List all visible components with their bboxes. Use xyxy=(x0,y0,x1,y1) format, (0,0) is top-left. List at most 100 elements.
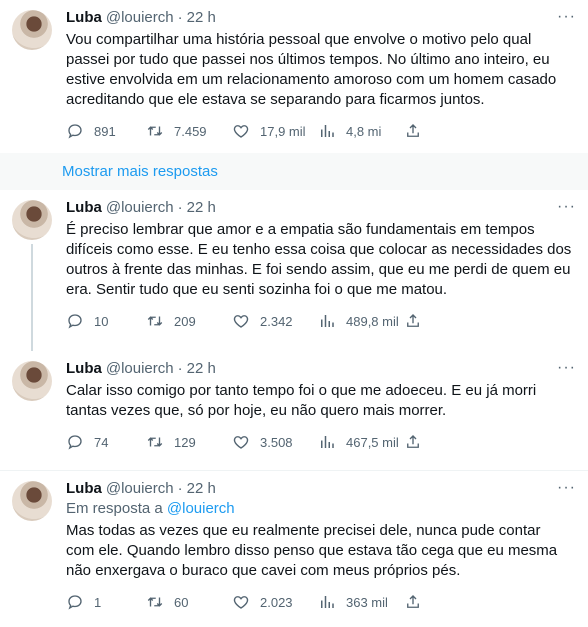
timestamp[interactable]: 22 h xyxy=(187,479,216,499)
separator-dot: · xyxy=(177,360,183,377)
reply-button[interactable]: 1 xyxy=(66,593,146,611)
like-button[interactable]: 17,9 mil xyxy=(232,122,318,140)
heart-icon xyxy=(233,596,249,609)
views-button[interactable]: 363 mil xyxy=(318,593,404,611)
like-count: 17,9 mil xyxy=(260,123,306,139)
retweet-button[interactable]: 209 xyxy=(146,312,232,330)
tweet-text: Calar isso comigo por tanto tempo foi o … xyxy=(66,382,537,419)
more-icon[interactable]: ··· xyxy=(557,479,576,497)
timestamp[interactable]: 22 h xyxy=(187,359,216,379)
reply-button[interactable]: 10 xyxy=(66,312,146,330)
retweet-button[interactable]: 129 xyxy=(146,433,232,451)
reply-to-line: Em resposta a @louierch xyxy=(66,499,576,519)
share-button[interactable] xyxy=(404,122,432,140)
tweet-text: Mas todas as vezes que eu realmente prec… xyxy=(66,522,558,579)
reply-to-handle-link[interactable]: @louierch xyxy=(167,500,235,517)
tweet-header: Luba @louierch · 22 h xyxy=(66,479,576,499)
views-button[interactable]: 489,8 mil xyxy=(318,312,404,330)
heart-icon xyxy=(233,436,249,449)
tweet[interactable]: Luba @louierch · 22 h Calar isso comigo … xyxy=(0,351,588,470)
views-icon xyxy=(321,596,334,608)
author-handle[interactable]: @louierch xyxy=(106,479,174,499)
view-count: 4,8 mi xyxy=(346,123,382,139)
views-button[interactable]: 4,8 mi xyxy=(318,122,404,140)
avatar-column xyxy=(8,359,56,470)
reply-count: 1 xyxy=(94,594,102,610)
author-handle[interactable]: @louierch xyxy=(106,198,174,218)
tweet-header: Luba @louierch · 22 h xyxy=(66,8,576,28)
tweet-content: Luba @louierch · 22 h É preciso lembrar … xyxy=(66,198,576,351)
share-icon xyxy=(407,124,419,137)
avatar-column xyxy=(8,198,56,351)
like-count: 3.508 xyxy=(260,434,293,450)
retweet-count: 209 xyxy=(174,313,196,329)
retweet-button[interactable]: 60 xyxy=(146,593,232,611)
avatar-column xyxy=(8,8,56,153)
author-name[interactable]: Luba xyxy=(66,8,102,28)
author-handle[interactable]: @louierch xyxy=(106,359,174,379)
like-count: 2.023 xyxy=(260,594,293,610)
views-icon xyxy=(321,436,334,448)
more-icon[interactable]: ··· xyxy=(557,198,576,216)
tweet-content: Luba @louierch · 22 h Vou compartilhar u… xyxy=(66,8,576,153)
share-button[interactable] xyxy=(404,312,432,330)
author-handle[interactable]: @louierch xyxy=(106,8,174,28)
reply-icon xyxy=(68,595,82,610)
share-button[interactable] xyxy=(404,433,432,451)
views-icon xyxy=(321,315,334,327)
like-button[interactable]: 2.342 xyxy=(232,312,318,330)
tweet-text: É preciso lembrar que amor e a empatia s… xyxy=(66,221,572,298)
heart-icon xyxy=(233,315,249,328)
tweet[interactable]: Luba @louierch · 22 h É preciso lembrar … xyxy=(0,190,588,351)
reply-button[interactable]: 891 xyxy=(66,122,146,140)
like-button[interactable]: 3.508 xyxy=(232,433,318,451)
views-icon xyxy=(321,125,334,137)
reply-button[interactable]: 74 xyxy=(66,433,146,451)
retweet-button[interactable]: 7.459 xyxy=(146,122,232,140)
like-count: 2.342 xyxy=(260,313,293,329)
retweet-icon xyxy=(147,597,163,607)
tweet-text: Vou compartilhar uma história pessoal qu… xyxy=(66,31,557,108)
show-more-replies-link[interactable]: Mostrar mais respostas xyxy=(0,153,588,190)
tweet-header: Luba @louierch · 22 h xyxy=(66,198,576,218)
view-count: 363 mil xyxy=(346,594,388,610)
action-bar: 1 60 2.023 363 mil xyxy=(66,593,576,611)
author-name[interactable]: Luba xyxy=(66,198,102,218)
reply-icon xyxy=(68,124,82,139)
separator-dot: · xyxy=(177,199,183,216)
share-button[interactable] xyxy=(404,593,432,611)
retweet-count: 7.459 xyxy=(174,123,207,139)
more-icon[interactable]: ··· xyxy=(557,8,576,26)
more-icon[interactable]: ··· xyxy=(557,359,576,377)
timestamp[interactable]: 22 h xyxy=(187,198,216,218)
like-button[interactable]: 2.023 xyxy=(232,593,318,611)
share-icon xyxy=(407,435,419,448)
thread-line xyxy=(31,244,33,351)
tweet-header: Luba @louierch · 22 h xyxy=(66,359,576,379)
share-icon xyxy=(407,595,419,608)
tweet-content: Luba @louierch · 22 h Em resposta a @lou… xyxy=(66,479,576,627)
separator-dot: · xyxy=(177,9,183,26)
reply-icon xyxy=(68,314,82,329)
reply-icon xyxy=(68,435,82,450)
author-name[interactable]: Luba xyxy=(66,359,102,379)
reply-to-prefix: Em resposta a xyxy=(66,500,167,517)
retweet-icon xyxy=(147,316,163,326)
author-name[interactable]: Luba xyxy=(66,479,102,499)
tweet[interactable]: Luba @louierch · 22 h Em resposta a @lou… xyxy=(0,471,588,627)
separator-dot: · xyxy=(177,480,183,497)
avatar[interactable] xyxy=(12,361,52,401)
avatar[interactable] xyxy=(12,10,52,50)
avatar[interactable] xyxy=(12,481,52,521)
avatar-column xyxy=(8,479,56,627)
action-bar: 74 129 3.508 467,5 mil xyxy=(66,433,576,451)
reply-count: 74 xyxy=(94,434,109,450)
views-button[interactable]: 467,5 mil xyxy=(318,433,404,451)
tweet[interactable]: Luba @louierch · 22 h Vou compartilhar u… xyxy=(0,0,588,153)
view-count: 489,8 mil xyxy=(346,313,399,329)
view-count: 467,5 mil xyxy=(346,434,399,450)
avatar[interactable] xyxy=(12,200,52,240)
action-bar: 891 7.459 17,9 mil 4,8 mi xyxy=(66,122,576,140)
timestamp[interactable]: 22 h xyxy=(187,8,216,28)
retweet-count: 129 xyxy=(174,434,196,450)
